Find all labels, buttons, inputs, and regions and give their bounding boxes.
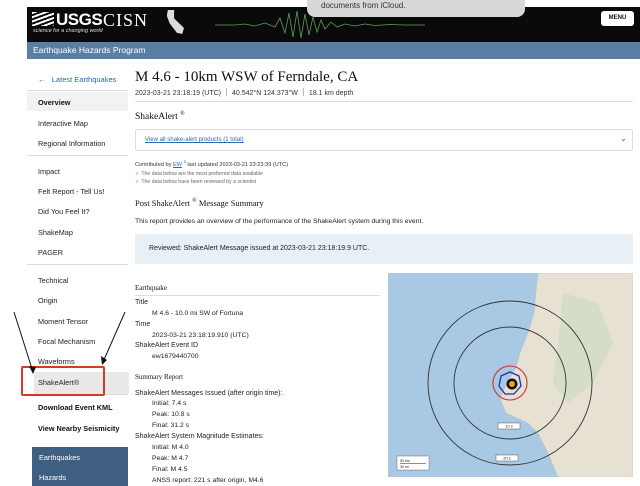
report-intro: This report provides an overview of the … <box>135 218 424 225</box>
usgs-waves-icon <box>32 12 54 26</box>
epicenter-marker <box>509 381 515 387</box>
event-time: 2023-03-21 23:18:19 (UTC) <box>135 90 221 97</box>
sidebar-item-shakemap[interactable]: ShakeMap <box>38 228 73 237</box>
time-label: Time <box>135 321 151 328</box>
sidebar-item-did-you-feel-it[interactable]: Did You Feel It? <box>38 207 90 216</box>
check-icon: ✓ <box>135 171 140 177</box>
ring-label-2: 20 s <box>503 456 511 461</box>
usgs-wordmark: USGS <box>56 10 103 29</box>
peak-time: Peak: 10.8 s <box>152 411 190 418</box>
event-id-value: ew1679440700 <box>152 353 199 360</box>
sidebar-item-focal-mechanism[interactable]: Focal Mechanism <box>38 337 95 346</box>
time-value: 2023-03-21 23:18:19.910 (UTC) <box>152 332 249 339</box>
title-label: Title <box>135 299 148 306</box>
divider <box>135 101 633 102</box>
ring-label-1: 10 s <box>505 424 513 429</box>
post-summary-heading: Post ShakeAlert ® Message Summary <box>135 198 264 208</box>
post-heading-suffix: Message Summary <box>198 198 264 208</box>
final-magnitude: Final: M 4.5 <box>152 466 188 473</box>
icloud-notification: documents from iCloud. <box>307 0 525 17</box>
view-all-products-link[interactable]: View all shake-alert products (1 total) <box>145 137 244 143</box>
check-icon: ✓ <box>135 179 140 185</box>
divider <box>302 88 304 96</box>
earthquake-heading: Earthquake <box>135 284 167 292</box>
site-header: USGS science for a changing world CISN d… <box>0 0 640 42</box>
program-title[interactable]: Earthquake Hazards Program <box>33 45 145 55</box>
registered-mark: ® <box>192 198 197 205</box>
map-graphic: 10 s 20 s 50 km 30 mi <box>396 273 633 477</box>
divider <box>226 88 227 96</box>
divider <box>27 264 128 265</box>
event-subtitle: 2023-03-21 23:18:19 (UTC) 40.542°N 124.37… <box>135 88 353 97</box>
divider <box>27 90 128 91</box>
shakealert-map[interactable]: 10 s 20 s 50 km 30 mi <box>388 273 633 477</box>
contrib-count: 3 <box>183 159 186 164</box>
title-value: M 4.6 - 10.0 mi SW of Fortuna <box>152 310 244 317</box>
event-location: 40.542°N 124.373°W <box>232 90 298 97</box>
usgs-logo[interactable]: USGS <box>32 10 103 30</box>
sidebar-item-interactive-map[interactable]: Interactive Map <box>38 119 88 128</box>
scale-top: 50 km <box>400 459 410 463</box>
usgs-tagline: science for a changing world <box>33 28 103 34</box>
view-nearby-seismicity-link[interactable]: View Nearby Seismicity <box>38 424 119 433</box>
sidebar-item-pager[interactable]: PAGER <box>38 248 63 257</box>
event-depth: 18.1 km depth <box>308 90 354 97</box>
highlight-box <box>21 366 105 396</box>
arrow-left-icon: ← <box>38 75 46 84</box>
back-label: Latest Earthquakes <box>51 75 117 84</box>
scale-bottom: 30 mi <box>400 465 409 469</box>
sidebar-heading-impact: Impact <box>38 167 60 176</box>
reviewed-note-text: The data below have been reviewed by a s… <box>141 179 257 185</box>
magnitude-label: ShakeAlert System Magnitude Estimates: <box>135 433 264 440</box>
shakealert-heading: ShakeAlert ® <box>135 111 185 122</box>
post-heading-text: Post ShakeAlert <box>135 198 191 208</box>
sidebar-heading-technical: Technical <box>38 276 69 285</box>
final-time: Final: 31.2 s <box>152 422 190 429</box>
sidebar-nav: ← Latest Earthquakes Overview Interactiv… <box>27 59 129 486</box>
sidebar-item-felt-report[interactable]: Felt Report - Tell Us! <box>38 187 104 196</box>
shakealert-heading-text: ShakeAlert <box>135 112 178 123</box>
sidebar-item-origin[interactable]: Origin <box>38 296 57 305</box>
sidebar-item-regional-information[interactable]: Regional Information <box>38 139 105 148</box>
menu-button[interactable]: MENU <box>601 11 634 26</box>
network-link[interactable]: EW <box>173 162 182 168</box>
chevron-down-icon[interactable]: ⌄ <box>620 134 627 143</box>
divider <box>27 155 128 156</box>
messages-label: ShakeAlert Messages Issued (after origin… <box>135 390 283 397</box>
section-nav-dark: Earthquakes Hazards <box>32 447 128 486</box>
summary-heading: Summary Report <box>135 373 184 381</box>
initial-time: Initial: 7.4 s <box>152 400 187 407</box>
contrib-prefix: Contributed by <box>135 161 172 168</box>
reviewed-alert-box: Reviewed: ShakeAlert Message issued at 2… <box>135 234 633 264</box>
nav-earthquakes[interactable]: Earthquakes <box>39 453 80 462</box>
sidebar-item-waveforms[interactable]: Waveforms <box>38 357 75 366</box>
initial-magnitude: Initial: M 4.0 <box>152 444 189 451</box>
nav-hazards[interactable]: Hazards <box>39 473 66 482</box>
products-accordion[interactable]: View all shake-alert products (1 total) … <box>135 129 633 151</box>
program-bar: Earthquake Hazards Program <box>27 42 640 59</box>
sidebar-item-overview[interactable]: Overview <box>38 98 70 107</box>
back-to-latest-link[interactable]: ← Latest Earthquakes <box>38 75 116 84</box>
registered-mark: ® <box>180 111 185 117</box>
anss-report: ANSS report: 221 s after origin, M4.6 <box>152 477 264 484</box>
preferred-note: ✓ The data below are the most preferred d… <box>135 171 263 177</box>
preferred-note-text: The data below are the most preferred da… <box>141 171 264 177</box>
page-title: M 4.6 - 10km WSW of Ferndale, CA <box>135 69 359 85</box>
download-kml-link[interactable]: Download Event KML <box>38 403 113 412</box>
divider <box>135 295 380 296</box>
event-id-label: ShakeAlert Event ID <box>135 342 199 349</box>
sidebar-item-moment-tensor[interactable]: Moment Tensor <box>38 317 88 326</box>
peak-magnitude: Peak: M 4.7 <box>152 455 189 462</box>
contrib-suffix: last updated 2023-03-21 23:23:39 (UTC) <box>187 161 289 168</box>
contributor-line: Contributed by EW 3 last updated 2023-03… <box>135 159 288 168</box>
cisn-logo[interactable]: CISN <box>103 10 148 31</box>
reviewed-note: ✓ The data below have been reviewed by a … <box>135 179 256 185</box>
reviewed-text: Reviewed: ShakeAlert Message issued at 2… <box>149 245 370 252</box>
